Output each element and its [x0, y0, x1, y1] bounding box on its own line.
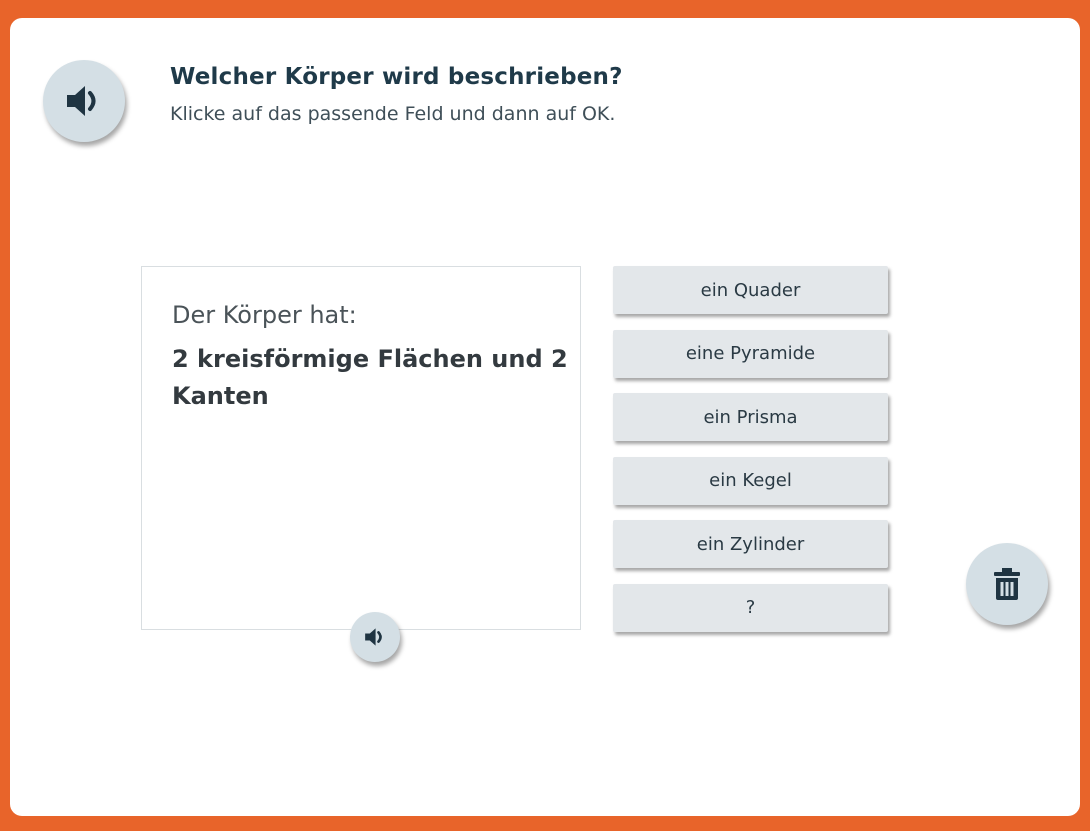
option-zylinder-button[interactable]: ein Zylinder	[613, 520, 888, 568]
delete-button[interactable]	[966, 543, 1048, 625]
play-instruction-audio-button[interactable]	[43, 60, 125, 142]
option-pyramide-button[interactable]: eine Pyramide	[613, 329, 888, 378]
question-title: Welcher Körper wird beschrieben?	[170, 64, 623, 90]
option-kegel-button[interactable]: ein Kegel	[613, 456, 888, 505]
description-card: Der Körper hat: 2 kreisförmige Flächen u…	[141, 266, 581, 630]
description-text: 2 kreisförmige Flächen und 2 Kanten	[172, 345, 568, 410]
option-unknown-button[interactable]: ?	[613, 583, 888, 632]
speaker-icon	[365, 628, 382, 646]
play-description-audio-button[interactable]	[350, 612, 400, 662]
option-prisma-button[interactable]: ein Prisma	[613, 393, 888, 441]
description-intro: Der Körper hat:	[172, 301, 357, 329]
trash-icon	[994, 568, 1020, 600]
option-quader-button[interactable]: ein Quader	[613, 266, 888, 314]
answer-options: ein Quader eine Pyramide ein Prisma ein …	[613, 266, 888, 647]
instruction-text: Klicke auf das passende Feld und dann au…	[170, 103, 616, 125]
exercise-panel: Welcher Körper wird beschrieben? Klicke …	[10, 18, 1080, 816]
speaker-icon	[67, 86, 96, 116]
